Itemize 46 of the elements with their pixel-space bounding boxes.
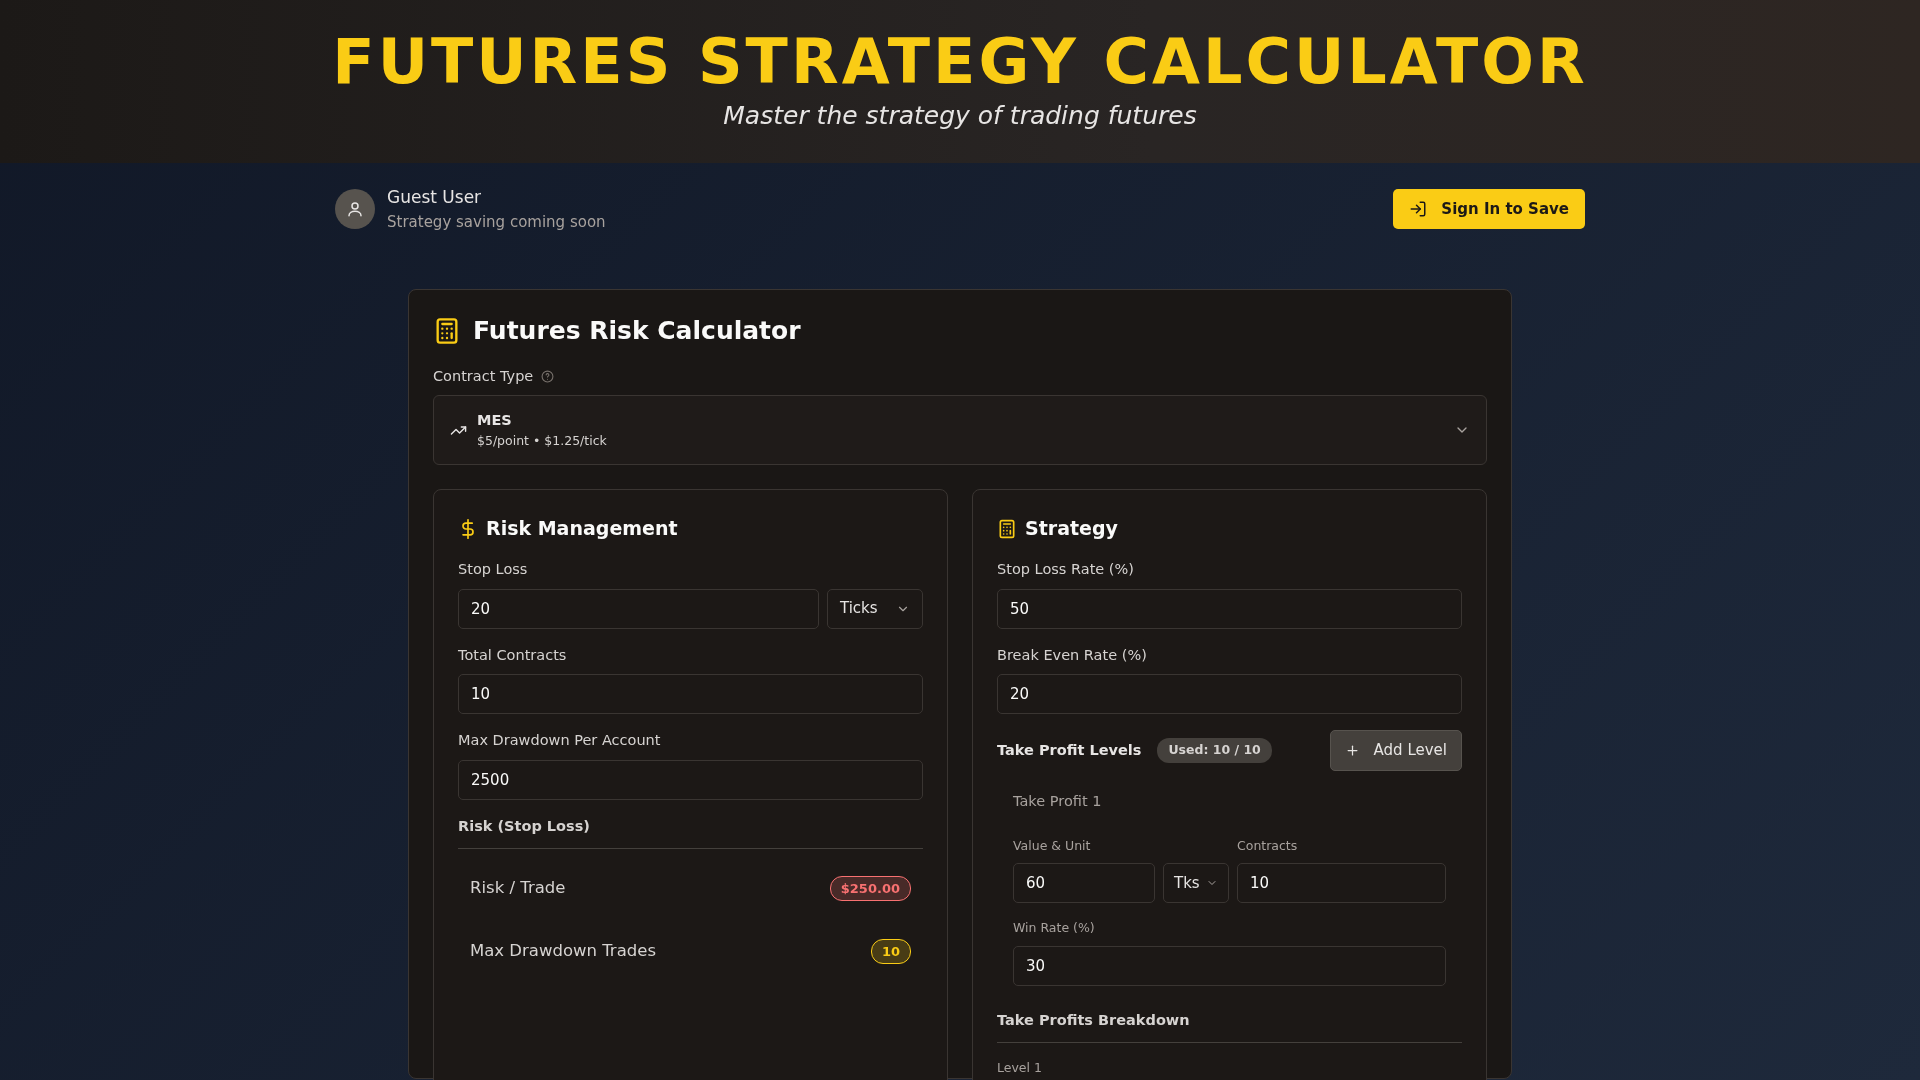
user-icon xyxy=(346,200,364,218)
result-value: 10 xyxy=(870,938,911,964)
field-label: Stop Loss Rate (%) xyxy=(997,559,1135,579)
level-title: Take Profit 1 xyxy=(1013,791,1103,811)
user-note: Strategy saving coming soon xyxy=(387,211,606,233)
field-label: Contract Type xyxy=(433,366,534,386)
panel-title: Risk Management xyxy=(486,516,678,542)
add-level-button[interactable]: Add Level xyxy=(1329,730,1462,771)
field-label: Contracts xyxy=(1237,836,1299,855)
field-label: Value & Unit xyxy=(1013,836,1092,855)
number-input[interactable]: 50 xyxy=(997,588,1462,629)
usage-badge: Used: 10 / 10 xyxy=(1157,738,1272,763)
panel-title: Strategy xyxy=(1025,516,1118,542)
sign-in-icon xyxy=(1409,200,1428,218)
number-input[interactable]: 10 xyxy=(1237,863,1446,904)
contract-select[interactable]: MES $5/point • $1.25/tick xyxy=(433,395,1487,466)
sign-in-button[interactable]: Sign In to Save xyxy=(1393,188,1585,230)
breakdown-label: Level 1 xyxy=(997,1058,1043,1077)
app-title: FUTURES STRATEGY CALCULATOR xyxy=(331,24,1589,100)
number-input[interactable]: 60 xyxy=(1013,863,1155,904)
section-heading: Take Profit Levels xyxy=(997,740,1142,760)
plus-icon xyxy=(1344,743,1360,758)
number-input[interactable]: 10 xyxy=(458,674,923,715)
result-label: Risk / Trade xyxy=(470,876,566,899)
number-input[interactable]: 2500 xyxy=(458,760,923,800)
contract-detail: $5/point • $1.25/tick xyxy=(477,431,608,450)
field-label: Max Drawdown Per Account xyxy=(458,731,662,751)
field-label: Stop Loss xyxy=(458,559,529,579)
number-input[interactable]: 20 xyxy=(997,674,1462,715)
help-icon xyxy=(541,369,555,383)
field-label: Total Contracts xyxy=(458,645,568,665)
app-subtitle: Master the strategy of trading futures xyxy=(722,100,1198,132)
result-label: Max Drawdown Trades xyxy=(470,939,656,962)
section-heading: Take Profits Breakdown xyxy=(997,1010,1462,1043)
section-heading: Risk (Stop Loss) xyxy=(458,816,923,849)
contract-symbol: MES xyxy=(477,411,513,430)
card-title: Futures Risk Calculator xyxy=(473,315,801,347)
number-input[interactable]: 30 xyxy=(1013,946,1446,986)
field-label: Break Even Rate (%) xyxy=(997,645,1148,665)
field-label: Win Rate (%) xyxy=(1013,919,1096,938)
calculator-icon xyxy=(997,518,1017,539)
number-input[interactable]: 20 xyxy=(458,588,819,629)
unit-select[interactable]: Ticks xyxy=(827,588,923,629)
unit-select[interactable]: Tks xyxy=(1163,863,1229,904)
result-value: $250.00 xyxy=(829,875,911,901)
user-name: Guest User xyxy=(387,186,483,209)
